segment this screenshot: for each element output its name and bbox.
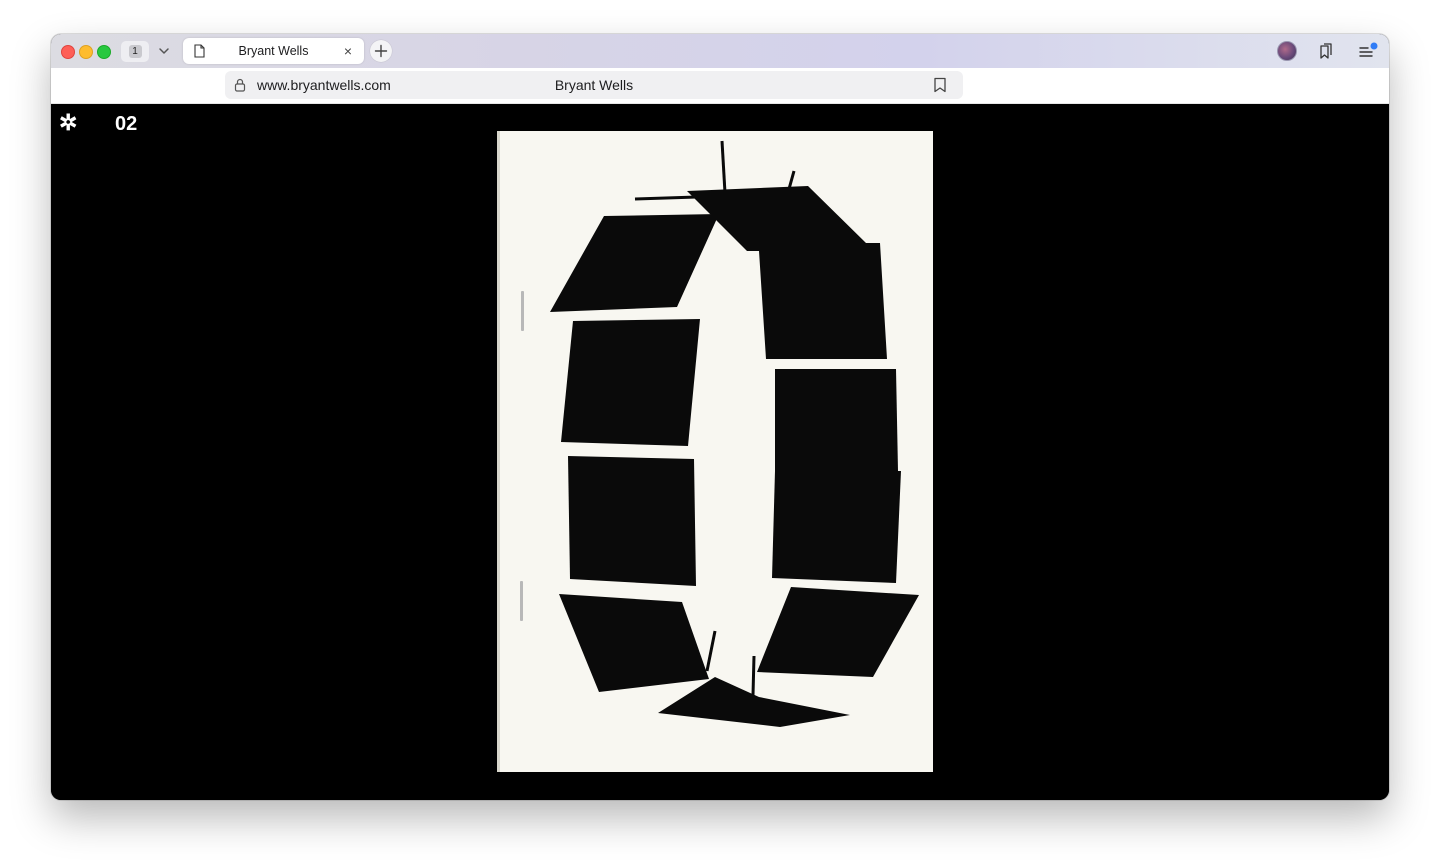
page-content: ✲ 02: [51, 104, 1389, 800]
zine-cover-image: [497, 131, 933, 772]
page-number: 02: [115, 113, 138, 135]
browser-window: 1 Bryant Wells × www.bryantwells.com Bry…: [51, 34, 1389, 800]
tab-title: Bryant Wells: [238, 44, 309, 58]
lock-icon: [234, 78, 246, 92]
plus-icon: [374, 44, 388, 58]
close-window-button[interactable]: [61, 45, 75, 59]
url-text: www.bryantwells.com: [257, 77, 391, 93]
tab-overview-button[interactable]: 1: [121, 41, 149, 62]
bookmarks-icon[interactable]: [1317, 42, 1335, 60]
url-field[interactable]: www.bryantwells.com Bryant Wells: [225, 71, 963, 99]
tab-bar: 1 Bryant Wells ×: [51, 34, 1389, 68]
close-tab-icon[interactable]: ×: [340, 43, 356, 59]
document-icon: [194, 44, 205, 58]
address-bar: www.bryantwells.com Bryant Wells: [51, 68, 1389, 104]
zoom-window-button[interactable]: [97, 45, 111, 59]
bookmark-icon[interactable]: [933, 77, 947, 93]
new-tab-button[interactable]: [370, 40, 392, 62]
profile-avatar[interactable]: [1277, 41, 1297, 61]
asterisk-icon[interactable]: ✲: [59, 112, 77, 134]
menu-icon[interactable]: [1358, 42, 1378, 60]
tab-count-label: 1: [128, 45, 142, 58]
tab-active[interactable]: Bryant Wells ×: [183, 38, 364, 64]
minimize-window-button[interactable]: [79, 45, 93, 59]
chevron-down-icon[interactable]: [155, 42, 173, 60]
